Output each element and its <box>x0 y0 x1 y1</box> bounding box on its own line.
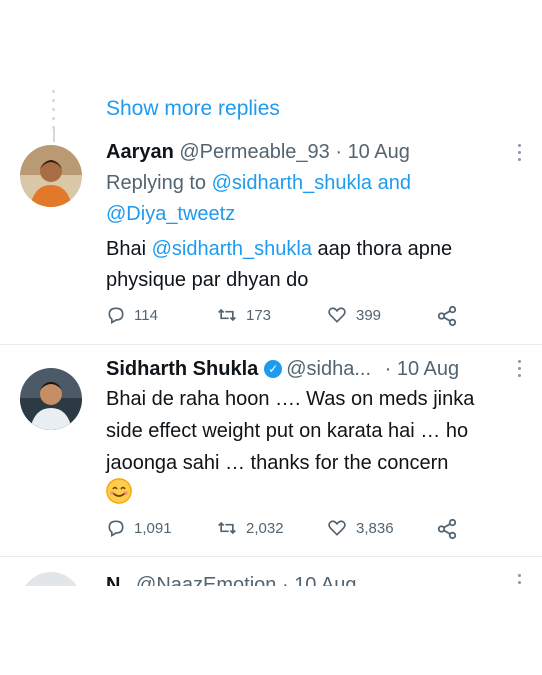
smiling-face-emoji <box>106 478 132 504</box>
tweet-time[interactable]: 10 Aug <box>397 358 459 380</box>
more-options-icon[interactable] <box>518 360 522 381</box>
replying-to: Replying to @sidharth_shukla and <box>106 168 411 198</box>
author-name[interactable]: Aaryan <box>106 141 174 163</box>
verified-badge-icon: ✓ <box>264 360 283 378</box>
divider <box>0 344 542 345</box>
tweet-text-part: aap thora apne <box>317 238 453 260</box>
author-handle[interactable]: @NaazEmotion <box>136 574 276 586</box>
retweet-button[interactable]: 2,032 <box>216 518 284 538</box>
like-button[interactable]: 399 <box>326 305 381 325</box>
avatar[interactable] <box>20 368 82 430</box>
thread-connector <box>52 90 56 129</box>
author-handle[interactable]: @Permeable_93 <box>179 141 329 163</box>
separator-dot: · <box>281 574 289 586</box>
tweet-time[interactable]: 10 Aug <box>348 141 410 163</box>
reply-count: 114 <box>134 306 158 324</box>
thread-line <box>53 128 55 142</box>
tweet-text: jaoonga sahi … thanks for the concern <box>106 452 449 474</box>
tweet-text: side effect weight put on karata hai … h… <box>106 420 469 442</box>
mention-link[interactable]: @Diya_tweetz <box>106 203 235 225</box>
retweet-icon <box>218 521 236 535</box>
tweet-header: Sidharth Shukla ✓ @sidha... · 10 Aug <box>106 354 459 384</box>
more-options-icon[interactable] <box>518 144 522 165</box>
author-handle[interactable]: @sidha... <box>286 358 371 380</box>
tweet-time[interactable]: 10 Aug <box>294 574 356 586</box>
more-options-icon[interactable] <box>518 574 522 586</box>
share-button[interactable] <box>436 305 466 327</box>
mention-link[interactable]: @sidharth_shukla <box>212 172 372 194</box>
tweet-header: Aaryan @Permeable_93 · 10 Aug <box>106 137 410 167</box>
tweet-header: N @NaazEmotion · 10 Aug <box>106 570 356 586</box>
share-button[interactable] <box>436 518 466 540</box>
replying-and: and <box>377 172 411 194</box>
retweet-count: 173 <box>246 306 272 324</box>
reply-button[interactable]: 114 <box>106 305 158 325</box>
share-icon <box>437 518 457 540</box>
avatar[interactable] <box>20 572 82 586</box>
tweet-text: Bhai @sidharth_shukla aap thora apne <box>106 234 452 264</box>
author-name[interactable]: N <box>106 574 120 586</box>
heart-icon <box>328 520 346 536</box>
tweet-actions: 1,091 2,032 3,836 <box>106 518 466 542</box>
reply-count: 1,091 <box>134 519 172 537</box>
separator-dot: · <box>335 141 342 163</box>
separator-dot: · <box>384 358 392 380</box>
like-button[interactable]: 3,836 <box>326 518 394 538</box>
share-icon <box>437 305 457 327</box>
heart-icon <box>328 307 346 323</box>
reply-icon <box>108 520 124 537</box>
tweet-text-part: Bhai <box>106 238 147 260</box>
tweet-text: Bhai de raha hoon …. Was on meds jinka <box>106 388 475 410</box>
author-name[interactable]: Sidharth Shukla <box>106 358 258 380</box>
avatar[interactable] <box>20 145 82 207</box>
tweet-actions: 114 173 399 <box>106 305 466 329</box>
tweet-text: physique par dhyan do <box>106 269 309 291</box>
mention-link[interactable]: @sidharth_shukla <box>152 238 312 260</box>
divider <box>0 556 542 557</box>
replying-label: Replying to <box>106 172 207 194</box>
reply-icon <box>108 307 124 324</box>
show-more-replies-link[interactable]: Show more replies <box>106 97 280 121</box>
retweet-button[interactable]: 173 <box>216 305 271 325</box>
reply-button[interactable]: 1,091 <box>106 518 172 538</box>
like-count: 3,836 <box>356 519 394 537</box>
retweet-icon <box>218 308 236 322</box>
retweet-count: 2,032 <box>246 519 284 537</box>
like-count: 399 <box>356 306 382 324</box>
